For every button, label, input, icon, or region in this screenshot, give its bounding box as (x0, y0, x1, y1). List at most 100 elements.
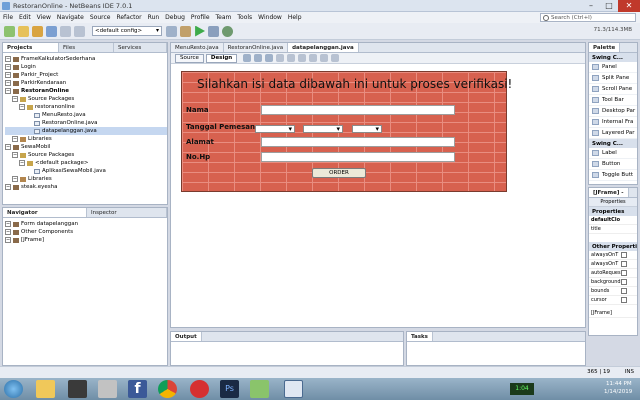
project-tree-item[interactable]: MenuResto.java (5, 111, 167, 119)
project-tree-item[interactable]: − <default package> (5, 159, 167, 167)
project-tree-item[interactable]: − FrameKalkulatorSederhana (5, 55, 167, 63)
expand-toggle-icon[interactable]: − (5, 80, 11, 86)
media-icon[interactable] (68, 380, 87, 398)
photoshop-icon[interactable]: Ps (220, 380, 239, 398)
start-button[interactable] (4, 380, 23, 398)
search-input[interactable]: Search (Ctrl+I) (540, 13, 636, 22)
menu-refactor[interactable]: Refactor (113, 14, 144, 21)
property-checkbox[interactable] (621, 270, 627, 276)
palette-item[interactable]: Panel (589, 62, 637, 73)
close-button[interactable]: ✕ (618, 0, 640, 12)
new-file-icon[interactable] (18, 25, 29, 37)
save-all-icon[interactable] (46, 25, 57, 37)
expand-toggle-icon[interactable]: − (5, 237, 11, 243)
tab-services[interactable]: Services (114, 43, 167, 52)
tab-inspector[interactable]: Inspector (87, 208, 167, 217)
align-right-icon[interactable] (287, 54, 296, 62)
undo-icon[interactable] (60, 25, 71, 37)
indicator-widget[interactable]: 1:04 (510, 383, 534, 395)
tab-files[interactable]: Files (59, 43, 114, 52)
opera-icon[interactable] (190, 380, 209, 398)
property-row[interactable]: cursor (589, 296, 637, 305)
project-tree-item[interactable]: − steak.eyesha (5, 183, 167, 191)
alamat-field[interactable] (261, 137, 455, 147)
menu-navigate[interactable]: Navigate (54, 14, 87, 21)
palette-item[interactable]: Internal Fra (589, 117, 637, 128)
tab-tasks[interactable]: Tasks (407, 332, 433, 341)
editor-tab-menuresto[interactable]: MenuResto.java (171, 43, 224, 52)
palette-item[interactable]: Toggle Butt (589, 170, 637, 181)
redo-icon[interactable] (74, 25, 85, 37)
new-project-icon[interactable] (4, 25, 15, 37)
nohp-field[interactable] (261, 152, 455, 162)
property-row[interactable]: background (589, 278, 637, 287)
clock-date[interactable]: 1/14/2019 (604, 389, 632, 395)
property-checkbox[interactable] (621, 252, 627, 258)
expand-toggle-icon[interactable]: − (5, 56, 11, 62)
tanggal-day-select[interactable] (255, 125, 295, 133)
prop-defaultclose[interactable]: defaultClo (589, 216, 637, 225)
memory-indicator[interactable]: 71.3/114.3MB (594, 27, 632, 33)
project-tree-item[interactable]: AplikasiSewaMobil.java (5, 167, 167, 175)
project-tree-item[interactable]: − restoranonline (5, 103, 167, 111)
maximize-button[interactable]: □ (600, 0, 618, 12)
project-tree-item[interactable]: − Libraries (5, 135, 167, 143)
property-checkbox[interactable] (621, 261, 627, 267)
navigator-tree-item[interactable]: − [JFrame] (5, 236, 167, 244)
app2-icon[interactable] (250, 380, 269, 398)
property-row[interactable]: autoReques (589, 269, 637, 278)
palette-item[interactable]: Desktop Par (589, 106, 637, 117)
project-tree-item[interactable]: − Libraries (5, 175, 167, 183)
expand-toggle-icon[interactable]: − (12, 176, 18, 182)
tab-projects[interactable]: Projects (3, 43, 59, 52)
editor-tab-restoranonline[interactable]: RestoranOnline.java (223, 43, 289, 52)
menu-window[interactable]: Window (255, 14, 285, 21)
clock-time[interactable]: 11:44 PM (606, 381, 632, 387)
nama-field[interactable] (261, 105, 455, 115)
expand-toggle-icon[interactable]: − (5, 229, 11, 235)
expand-toggle-icon[interactable]: − (5, 64, 11, 70)
tab-output[interactable]: Output (171, 332, 202, 341)
minimize-button[interactable]: – (582, 0, 600, 12)
align-top-icon[interactable] (309, 54, 318, 62)
project-tree-item[interactable]: − Parkir_Project (5, 71, 167, 79)
source-mode-button[interactable]: Source (175, 53, 204, 63)
expand-toggle-icon[interactable]: − (5, 184, 11, 190)
expand-toggle-icon[interactable]: − (12, 152, 18, 158)
editor-tab-datapelanggan[interactable]: datapelanggan.java (288, 43, 359, 52)
expand-toggle-icon[interactable]: − (5, 88, 11, 94)
preview-design-icon[interactable] (265, 54, 274, 62)
property-checkbox[interactable] (621, 297, 627, 303)
properties-header[interactable]: Properties (589, 207, 637, 216)
explorer-icon[interactable] (36, 380, 55, 398)
property-checkbox[interactable] (621, 288, 627, 294)
selection-mode-icon[interactable] (243, 54, 252, 62)
app-icon[interactable] (98, 380, 117, 398)
property-row[interactable]: bounds (589, 287, 637, 296)
menu-file[interactable]: File (0, 14, 16, 21)
tab-properties[interactable]: Properties (589, 198, 637, 207)
property-row[interactable]: alwaysOnT (589, 251, 637, 260)
project-tree-item[interactable]: − Login (5, 63, 167, 71)
build-icon[interactable] (166, 25, 177, 37)
chrome-icon[interactable] (158, 380, 177, 398)
tab-palette[interactable]: Palette (589, 43, 621, 52)
menu-source[interactable]: Source (87, 14, 114, 21)
run-icon[interactable] (195, 25, 205, 37)
config-select[interactable]: <default config> (92, 26, 162, 36)
expand-toggle-icon[interactable]: − (12, 136, 18, 142)
design-mode-button[interactable]: Design (205, 53, 238, 63)
project-tree-item[interactable]: − RestoranOnline (5, 87, 167, 95)
prop-title[interactable]: title (589, 225, 637, 234)
expand-toggle-icon[interactable]: − (19, 160, 25, 166)
project-tree-item[interactable]: − Source Packages (5, 95, 167, 103)
facebook-icon[interactable]: f (128, 380, 147, 398)
palette-item[interactable]: Layered Par (589, 128, 637, 139)
project-tree-item[interactable]: RestoranOnline.java (5, 119, 167, 127)
palette-item[interactable]: Button (589, 159, 637, 170)
open-project-icon[interactable] (32, 25, 43, 37)
resize-horizontal-icon[interactable] (331, 54, 340, 62)
menu-profile[interactable]: Profile (188, 14, 213, 21)
project-tree-item[interactable]: datapelanggan.java (5, 127, 167, 135)
expand-toggle-icon[interactable]: − (12, 96, 18, 102)
